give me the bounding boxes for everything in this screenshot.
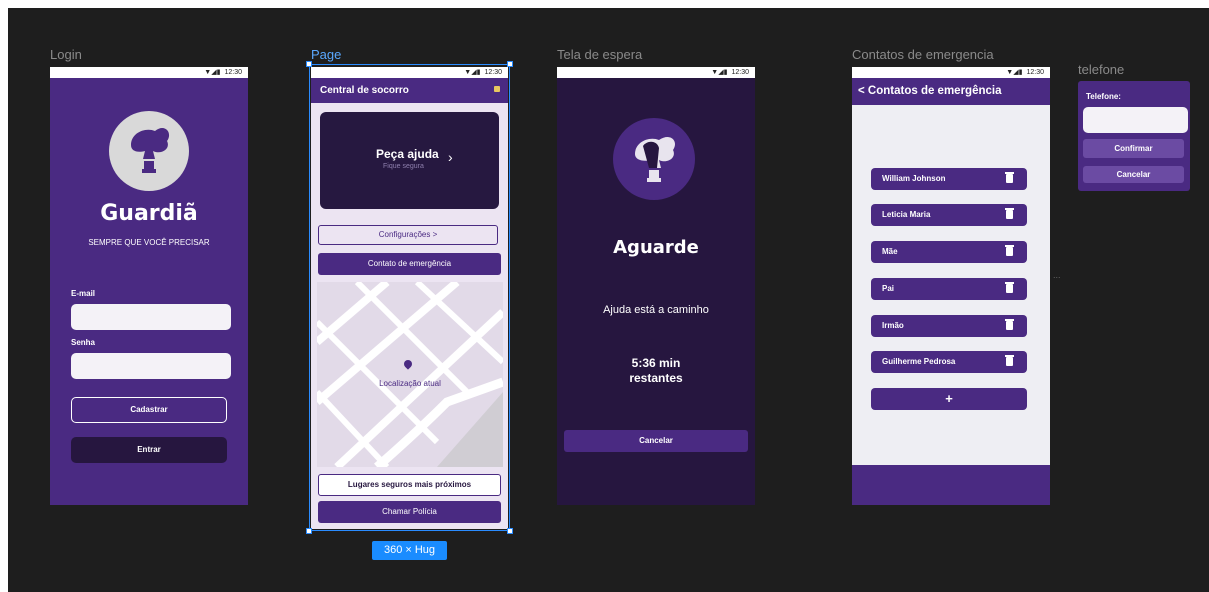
cancel-button[interactable]: Cancelar bbox=[564, 430, 748, 452]
time-remaining: 5:36 min bbox=[631, 356, 681, 370]
password-label: Senha bbox=[71, 338, 96, 347]
trash-icon[interactable] bbox=[1005, 208, 1014, 219]
resize-handle[interactable] bbox=[507, 528, 513, 534]
login-frame: ▼◢▮ 12:30 Guardiã SEMPRE QUE VOCÊ PRECISA… bbox=[50, 67, 248, 505]
phone-field[interactable] bbox=[1083, 107, 1188, 133]
tel-label: Telefone: bbox=[1086, 92, 1121, 101]
status-bar: ▼◢▮ 12:30 bbox=[557, 67, 755, 78]
add-contact-button[interactable]: + bbox=[871, 388, 1027, 410]
resize-handle[interactable] bbox=[306, 61, 312, 67]
app-name: Guardiã bbox=[100, 201, 198, 226]
status-time: 12:30 bbox=[1026, 69, 1044, 76]
back-icon[interactable]: < bbox=[858, 85, 865, 97]
status-bar: ▼◢▮ 12:30 bbox=[311, 67, 508, 78]
signal-icon: ▼◢▮ bbox=[204, 69, 221, 76]
call-police-button[interactable]: Chamar Polícia bbox=[318, 501, 501, 523]
register-button[interactable]: Cadastrar bbox=[71, 397, 227, 423]
help-card[interactable]: Peça ajuda › Fique segura bbox=[320, 112, 499, 209]
contact-item[interactable]: Guilherme Pedrosa bbox=[871, 351, 1027, 373]
contacts-footer bbox=[852, 465, 1050, 505]
contact-item[interactable]: Pai bbox=[871, 278, 1027, 300]
contacts-header: < Contatos de emergência bbox=[852, 78, 1050, 105]
tagline: SEMPRE QUE VOCÊ PRECISAR bbox=[88, 238, 210, 247]
contacts-title: Contatos de emergência bbox=[867, 85, 1002, 97]
page-frame: ▼◢▮ 12:30 Central de socorro Peça ajuda ›… bbox=[311, 67, 508, 529]
status-bar: ▼◢▮ 12:30 bbox=[852, 67, 1050, 78]
lock-icon[interactable] bbox=[494, 86, 500, 92]
contact-item[interactable]: Irmão bbox=[871, 315, 1027, 337]
chevron-right-icon: > bbox=[432, 230, 438, 239]
help-title: Peça ajuda bbox=[376, 147, 439, 161]
cancel-button[interactable]: Cancelar bbox=[1083, 166, 1184, 183]
frame-label-wait[interactable]: Tela de espera bbox=[557, 47, 642, 62]
contact-item[interactable]: William Johnson bbox=[871, 168, 1027, 190]
safe-places-button[interactable]: Lugares seguros mais próximos bbox=[318, 474, 501, 496]
trash-icon[interactable] bbox=[1005, 245, 1014, 256]
frame-label-contacts[interactable]: Contatos de emergencia bbox=[852, 47, 994, 62]
settings-label: Configurações bbox=[378, 230, 431, 239]
signal-icon: ▼◢▮ bbox=[464, 69, 481, 76]
contact-name: Mãe bbox=[882, 247, 898, 256]
tel-frame: Telefone: Confirmar Cancelar bbox=[1078, 81, 1190, 191]
confirm-button[interactable]: Confirmar bbox=[1083, 139, 1184, 158]
logo-icon bbox=[109, 111, 189, 191]
map[interactable]: Localização atual bbox=[317, 282, 503, 467]
wait-frame: ▼◢▮ 12:30 Aguarde Ajuda está a caminho 5:… bbox=[557, 67, 755, 505]
trash-icon[interactable] bbox=[1005, 282, 1014, 293]
status-time: 12:30 bbox=[224, 69, 242, 76]
enter-button[interactable]: Entrar bbox=[71, 437, 227, 463]
chevron-right-icon: › bbox=[448, 149, 453, 165]
emergency-contact-button[interactable]: Contato de emergência bbox=[318, 253, 501, 275]
contact-name: Leticia Maria bbox=[882, 210, 931, 219]
map-location-label: Localização atual bbox=[379, 379, 441, 388]
resize-handle[interactable] bbox=[507, 61, 513, 67]
page-title: Central de socorro bbox=[320, 85, 409, 96]
contacts-frame: ▼◢▮ 12:30 < Contatos de emergência Willia… bbox=[852, 67, 1050, 505]
wait-message: Ajuda está a caminho bbox=[603, 304, 709, 316]
ellipsis-icon: ... bbox=[1053, 270, 1061, 280]
logo-icon bbox=[613, 118, 695, 200]
page-header: Central de socorro bbox=[311, 78, 508, 103]
settings-button[interactable]: Configurações > bbox=[318, 225, 498, 245]
wait-title: Aguarde bbox=[613, 237, 699, 258]
signal-icon: ▼◢▮ bbox=[1006, 69, 1023, 76]
resize-handle[interactable] bbox=[306, 528, 312, 534]
contact-name: William Johnson bbox=[882, 174, 946, 183]
contact-name: Pai bbox=[882, 284, 895, 293]
email-label: E-mail bbox=[71, 289, 96, 298]
trash-icon[interactable] bbox=[1005, 355, 1014, 366]
remaining-label: restantes bbox=[629, 371, 683, 385]
frame-label-page[interactable]: Page bbox=[311, 47, 341, 62]
contact-name: Irmão bbox=[882, 321, 904, 330]
trash-icon[interactable] bbox=[1005, 319, 1014, 330]
signal-icon: ▼◢▮ bbox=[711, 69, 728, 76]
status-bar: ▼◢▮ 12:30 bbox=[50, 67, 248, 78]
help-subtitle: Fique segura bbox=[383, 163, 424, 170]
password-field[interactable] bbox=[71, 353, 231, 379]
frame-label-login[interactable]: Login bbox=[50, 47, 82, 62]
contact-name: Guilherme Pedrosa bbox=[882, 357, 956, 366]
status-time: 12:30 bbox=[731, 69, 749, 76]
size-badge: 360 × Hug bbox=[372, 541, 447, 560]
trash-icon[interactable] bbox=[1005, 172, 1014, 183]
status-time: 12:30 bbox=[484, 69, 502, 76]
contact-item[interactable]: Mãe bbox=[871, 241, 1027, 263]
contact-item[interactable]: Leticia Maria bbox=[871, 204, 1027, 226]
email-field[interactable] bbox=[71, 304, 231, 330]
frame-label-tel[interactable]: telefone bbox=[1078, 62, 1124, 77]
